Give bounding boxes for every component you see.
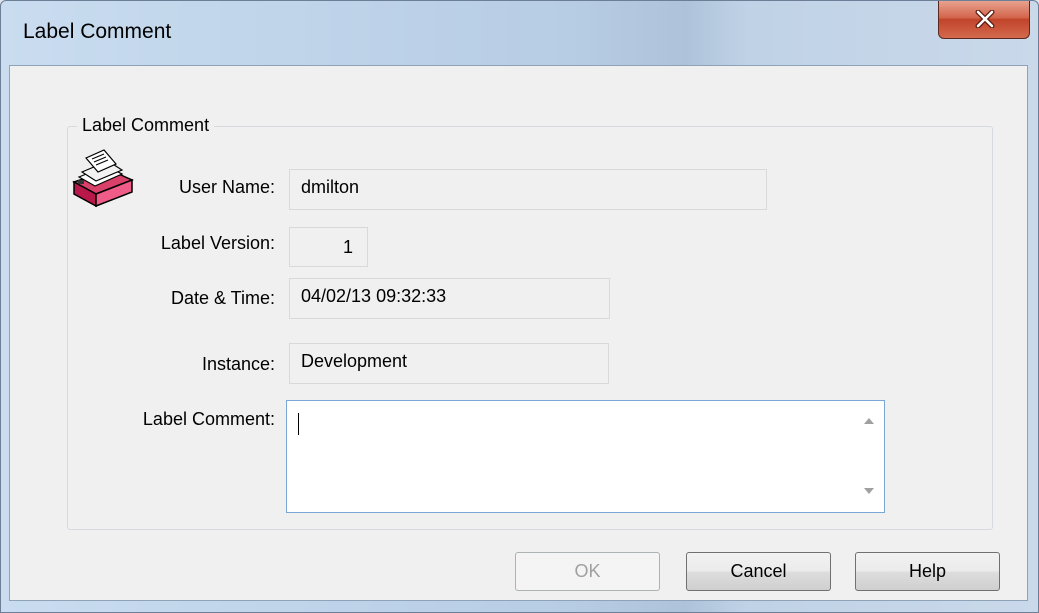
instance-field: Development [289,343,609,384]
help-button[interactable]: Help [855,552,1000,591]
label-comment-label: Label Comment: [142,409,275,429]
group-legend: Label Comment [77,115,215,136]
close-button[interactable] [938,1,1030,39]
label-comment-input[interactable] [286,400,885,513]
close-icon [975,10,995,28]
dialog-body: Label Comment User Name: dmilton Label V… [9,65,1028,601]
cancel-button[interactable]: Cancel [686,552,831,591]
date-time-label: Date & Time: [170,288,275,308]
text-caret [298,413,299,435]
scroll-up-arrow-icon[interactable] [864,418,874,424]
date-time-field: 04/02/13 09:32:33 [289,278,610,319]
label-version-field: 1 [289,227,368,267]
user-name-field: dmilton [289,169,767,210]
instance-label: Instance: [201,354,275,374]
label-version-label: Label Version: [160,233,275,253]
user-name-label: User Name: [178,177,275,197]
scroll-down-arrow-icon[interactable] [864,488,874,494]
dialog-window: Label Comment Label Comment User Name: d… [0,0,1039,613]
title-bar[interactable]: Label Comment [1,1,1038,65]
window-title: Label Comment [23,20,172,43]
ok-button[interactable]: OK [515,552,660,591]
